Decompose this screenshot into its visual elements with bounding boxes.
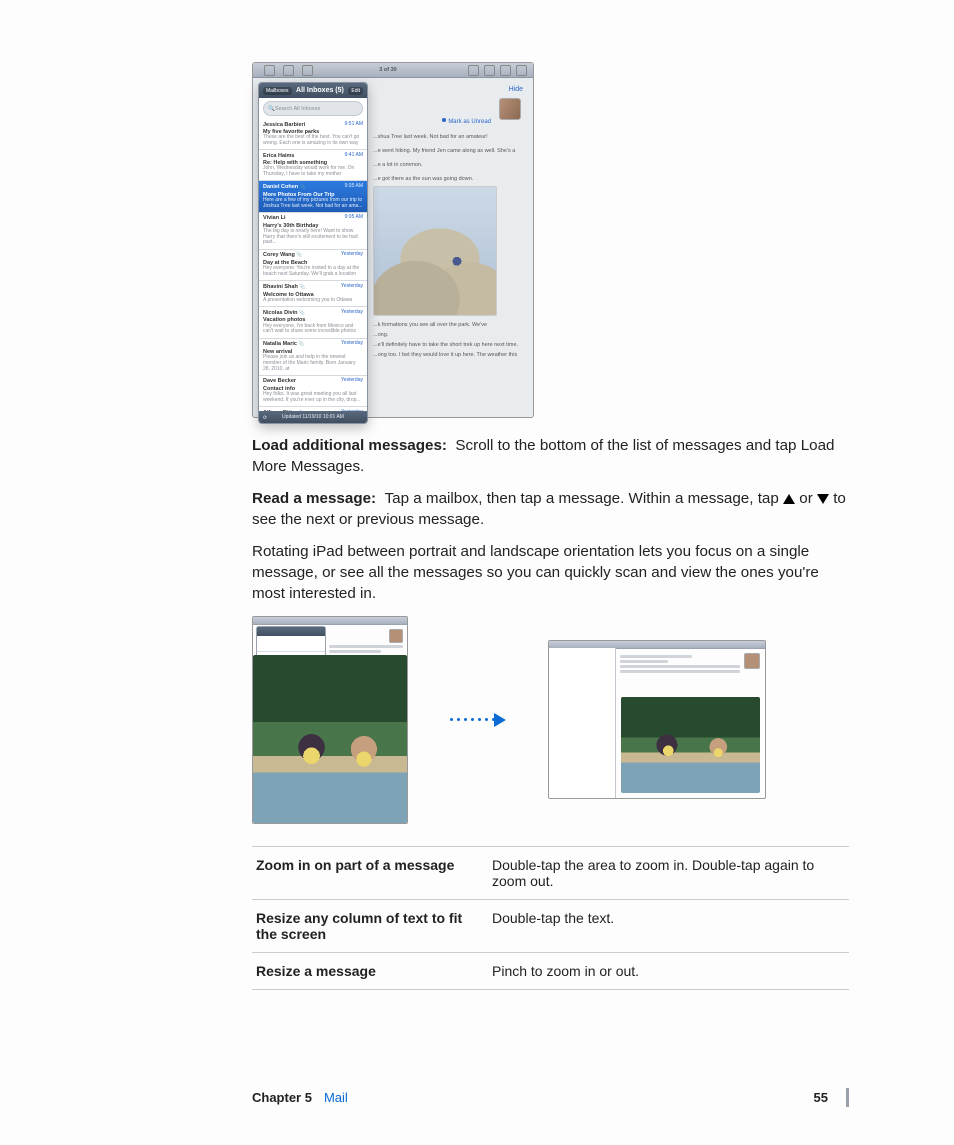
- orientation-figure-row: [252, 616, 849, 824]
- para-load-messages: Load additional messages: Scroll to the …: [252, 436, 849, 478]
- footer-section: Mail: [324, 1090, 348, 1105]
- inbox-footer: ⟳ Updated 11/19/10 10:01 AM: [259, 411, 367, 423]
- hide-button: Hide: [509, 86, 523, 93]
- down-triangle-icon: [817, 494, 829, 504]
- inbox-row: Jessica Barbieri9:51 AMMy five favorite …: [259, 119, 367, 150]
- rotation-arrow-icon: [450, 713, 506, 727]
- folder-icon: [468, 65, 479, 76]
- para-read-message: Read a message: Tap a mailbox, then tap …: [252, 489, 849, 531]
- inbox-row: Corey WangYesterdayDay at the BeachHey e…: [259, 250, 367, 282]
- footer-chapter: Chapter 5: [252, 1090, 312, 1105]
- inbox-row: Daniel Cohen9:35 AMMore Photos From Our …: [259, 181, 367, 213]
- compose-icon: [516, 65, 527, 76]
- trash-icon: [484, 65, 495, 76]
- page-footer: Chapter 5 Mail 55: [0, 1090, 954, 1105]
- mark-unread-link: Mark as Unread: [442, 118, 491, 125]
- ipad-landscape-thumbnail: [548, 640, 766, 799]
- inbox-popover: Mailboxes All Inboxes (5) Edit 🔍 Search …: [258, 82, 368, 424]
- footer-page: 55: [814, 1090, 828, 1105]
- up-triangle-icon: [783, 494, 795, 504]
- table-row: Zoom in on part of a messageDouble-tap t…: [252, 846, 849, 899]
- search-field: 🔍 Search All Inboxes: [263, 101, 363, 116]
- inbox-button-icon: [264, 65, 275, 76]
- inbox-row: Dave BeckerYesterdayContact infoHey folk…: [259, 376, 367, 407]
- mailboxes-button: Mailboxes: [263, 87, 292, 95]
- inbox-row: Bhavini ShahYesterdayWelcome to OttawaA …: [259, 281, 367, 307]
- gesture-table: Zoom in on part of a messageDouble-tap t…: [252, 846, 849, 990]
- message-list: Jessica Barbieri9:51 AMMy five favorite …: [259, 119, 367, 411]
- table-row: Resize a messagePinch to zoom in or out.: [252, 952, 849, 989]
- email-body-bottom: ...k formations you see all over the par…: [373, 322, 523, 362]
- sender-avatar: [499, 98, 521, 120]
- up-arrow-icon: [283, 65, 294, 76]
- edit-button: Edit: [348, 87, 363, 95]
- down-arrow-icon: [302, 65, 313, 76]
- ipad-toolbar: 3 of 30: [253, 63, 533, 78]
- email-photo-rocks: [373, 186, 497, 316]
- reply-icon: [500, 65, 511, 76]
- inbox-row: Nicolas DivinYesterdayVacation photosHey…: [259, 307, 367, 339]
- inbox-row: Erica Haims9:41 AMRe: Help with somethin…: [259, 150, 367, 181]
- footer-bar-icon: [846, 1088, 849, 1107]
- ipad-mail-screenshot: 3 of 30 Hide Mark as Unread ...shua Tree…: [252, 62, 534, 418]
- inbox-row: Natalia MaricYesterdayNew arrivalPlease …: [259, 339, 367, 376]
- table-row: Resize any column of text to fit the scr…: [252, 899, 849, 952]
- refresh-icon: ⟳: [263, 415, 267, 421]
- para-rotate: Rotating iPad between portrait and lands…: [252, 542, 849, 605]
- ipad-portrait-thumbnail: [252, 616, 408, 824]
- inbox-title: All Inboxes (5): [296, 87, 344, 94]
- inbox-row: Vivian Li9:05 AMHarry's 30th BirthdayThe…: [259, 213, 367, 250]
- message-counter: 3 of 30: [313, 67, 463, 73]
